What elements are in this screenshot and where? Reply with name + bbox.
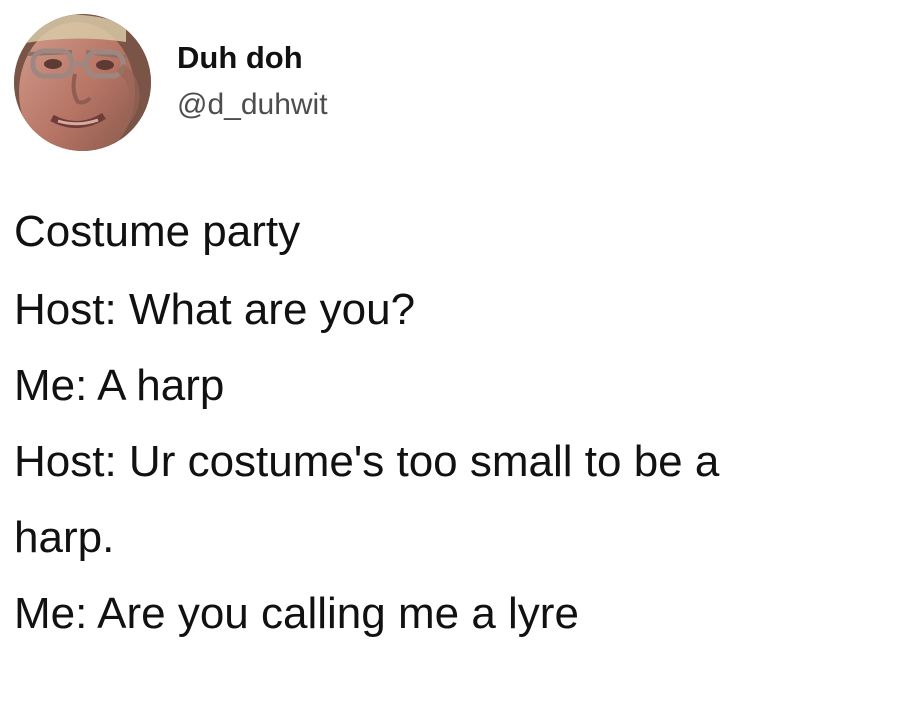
author-handle[interactable]: @d_duhwit (177, 87, 328, 123)
tweet-line-6: Me: Are you calling me a lyre (14, 589, 579, 638)
tweet-line-5: harp. (14, 513, 115, 562)
tweet-line-2: Host: What are you? (14, 285, 416, 334)
tweet-card: Duh doh @d_duhwit Costume party Host: Wh… (0, 0, 918, 720)
author-names: Duh doh @d_duhwit (177, 39, 328, 123)
tweet-body: Costume party Host: What are you? Me: A … (14, 205, 909, 641)
tweet-line-3: Me: A harp (14, 361, 225, 410)
tweet-line-1: Costume party (14, 207, 301, 256)
tweet-header: Duh doh @d_duhwit (14, 14, 894, 154)
avatar-icon (14, 14, 151, 151)
author-display-name[interactable]: Duh doh (177, 39, 328, 77)
profile-avatar[interactable] (14, 14, 151, 151)
tweet-line-4: Host: Ur costume's too small to be a (14, 437, 720, 486)
